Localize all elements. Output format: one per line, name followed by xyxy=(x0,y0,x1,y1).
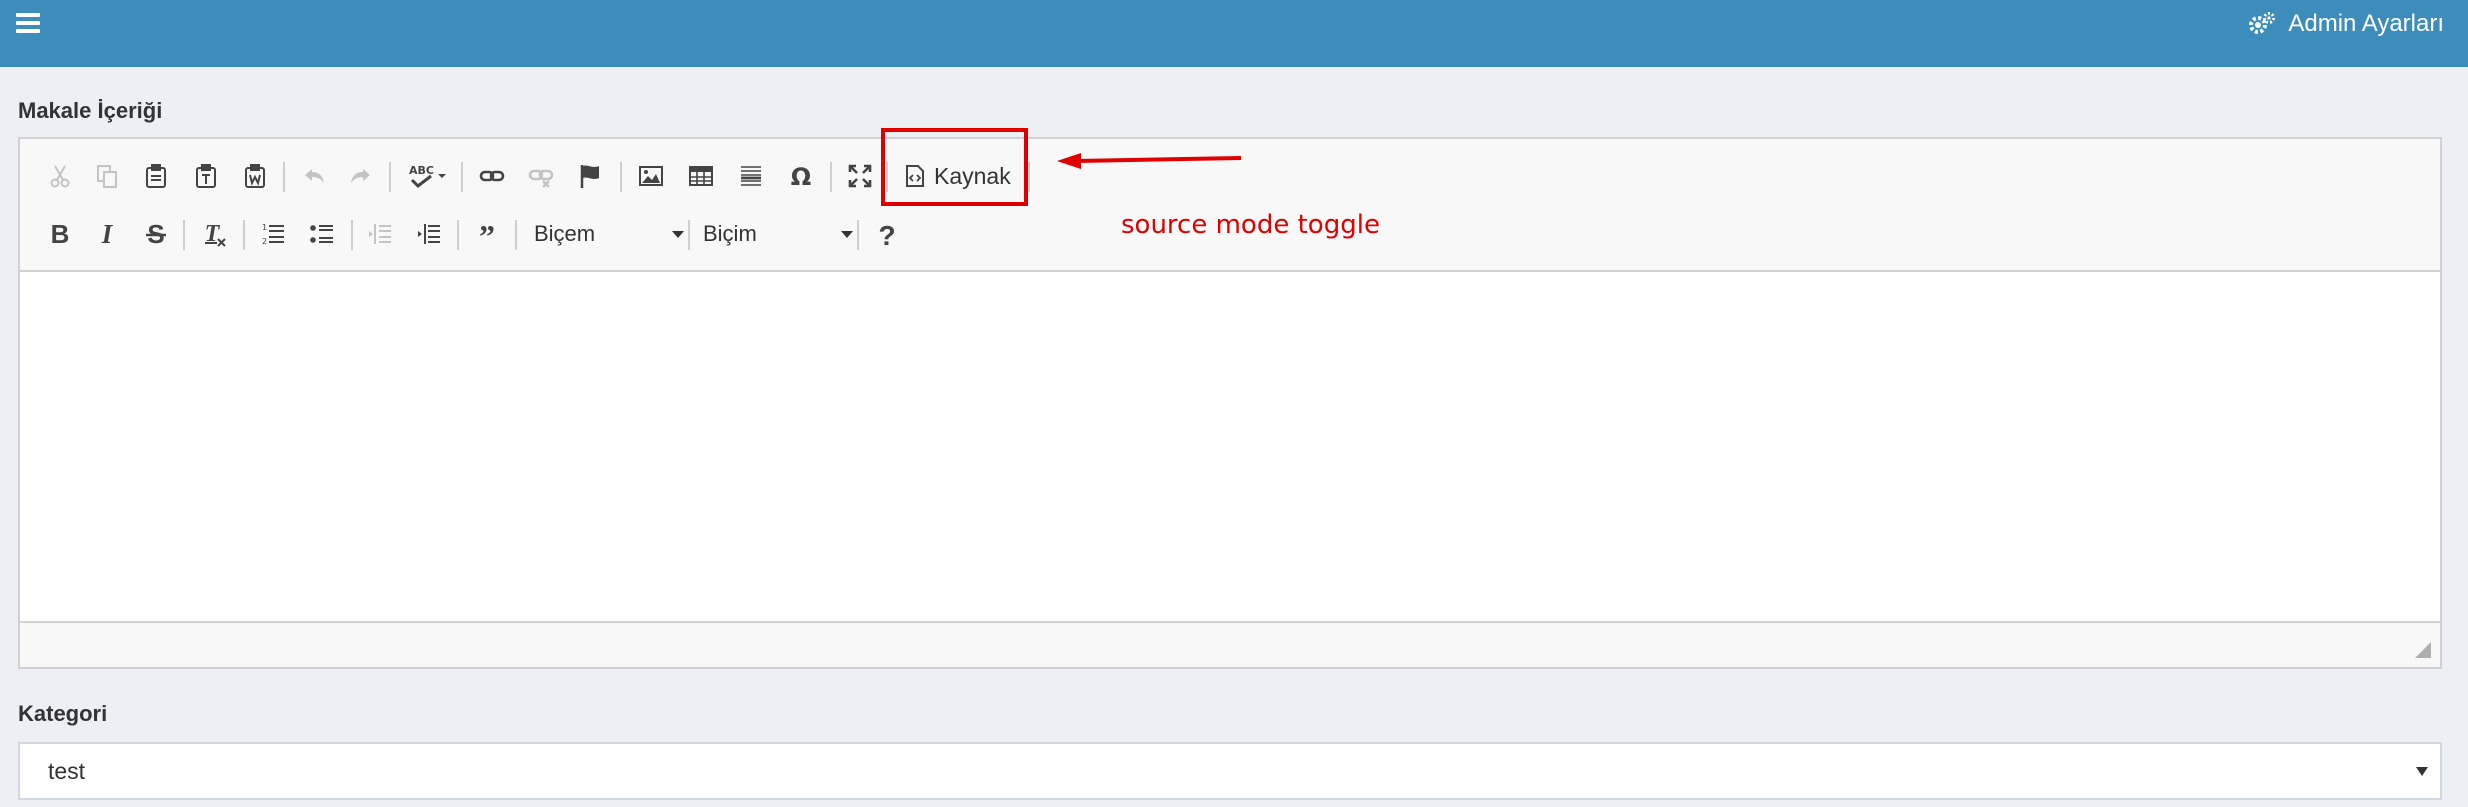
toolbar-separator xyxy=(351,220,353,250)
annotation-arrow-icon xyxy=(1057,153,1242,169)
toolbar-separator xyxy=(243,220,245,250)
toolbar-separator xyxy=(457,220,459,250)
style-combo-label: Biçem xyxy=(534,221,596,246)
cut-icon[interactable] xyxy=(40,156,80,196)
editor-bottom-bar xyxy=(20,621,2440,667)
toolbar-separator xyxy=(688,220,690,250)
link-icon[interactable] xyxy=(472,156,512,196)
category-select-value: test xyxy=(48,757,86,784)
editor-content-area[interactable] xyxy=(20,272,2440,625)
category-field-label: Kategori xyxy=(18,701,108,726)
toolbar-separator xyxy=(1028,162,1030,192)
chevron-down-icon xyxy=(841,230,853,238)
toolbar-separator xyxy=(857,220,859,250)
toolbar-separator xyxy=(515,220,517,250)
admin-settings-label: Admin Ayarları xyxy=(2288,10,2444,37)
copy-icon[interactable] xyxy=(87,156,127,196)
spellcheck-icon[interactable]: ABC xyxy=(400,156,456,196)
help-icon[interactable]: ? xyxy=(867,214,907,254)
bulleted-list-icon[interactable] xyxy=(302,214,342,254)
special-char-omega-icon[interactable]: Ω xyxy=(781,156,821,196)
paste-from-word-icon[interactable] xyxy=(235,156,275,196)
paste-icon[interactable] xyxy=(136,156,176,196)
chevron-down-icon xyxy=(672,230,684,238)
style-combo[interactable]: Biçem xyxy=(526,213,692,255)
bold-icon[interactable]: B xyxy=(40,214,80,254)
strikethrough-icon[interactable]: S xyxy=(136,214,176,254)
indent-icon[interactable] xyxy=(409,214,449,254)
svg-text:B: B xyxy=(51,220,70,248)
top-navbar: Admin Ayarları xyxy=(0,0,2468,67)
italic-icon[interactable]: I xyxy=(87,214,127,254)
resize-handle-icon[interactable] xyxy=(2414,641,2432,659)
unlink-icon[interactable] xyxy=(521,156,561,196)
toolbar-separator xyxy=(183,220,185,250)
format-combo-label: Biçim xyxy=(703,221,757,246)
admin-settings-menu[interactable]: Admin Ayarları xyxy=(2248,8,2444,40)
numbered-list-icon[interactable]: 12 xyxy=(253,214,293,254)
toolbar-separator xyxy=(283,162,285,192)
blockquote-icon[interactable]: ” xyxy=(467,214,507,254)
undo-icon[interactable] xyxy=(295,156,335,196)
format-combo[interactable]: Biçim xyxy=(695,213,861,255)
svg-text:”: ” xyxy=(479,220,495,248)
svg-text:1: 1 xyxy=(262,223,267,232)
svg-text:2: 2 xyxy=(262,237,267,246)
source-toggle-highlight xyxy=(881,128,1028,206)
toolbar-separator xyxy=(461,162,463,192)
content-field-label: Makale İçeriği xyxy=(18,98,163,123)
image-icon[interactable] xyxy=(631,156,671,196)
gears-icon xyxy=(2249,12,2276,34)
svg-text:?: ? xyxy=(878,220,895,248)
svg-text:I: I xyxy=(101,220,114,248)
category-select[interactable]: test xyxy=(18,742,2442,800)
svg-text:Ω: Ω xyxy=(791,163,811,190)
menu-toggle-icon[interactable] xyxy=(16,13,40,33)
chevron-down-icon xyxy=(2416,766,2428,776)
paste-text-icon[interactable] xyxy=(186,156,226,196)
toolbar-separator xyxy=(830,162,832,192)
table-icon[interactable] xyxy=(681,156,721,196)
redo-icon[interactable] xyxy=(340,156,380,196)
horizontal-rule-icon[interactable] xyxy=(731,156,771,196)
toolbar-separator xyxy=(620,162,622,192)
maximize-icon[interactable] xyxy=(840,156,880,196)
toolbar-separator xyxy=(389,162,391,192)
outdent-icon[interactable] xyxy=(360,214,400,254)
remove-format-icon[interactable]: T xyxy=(195,214,235,254)
anchor-flag-icon[interactable] xyxy=(570,156,610,196)
annotation-text: source mode toggle xyxy=(1121,210,1380,240)
